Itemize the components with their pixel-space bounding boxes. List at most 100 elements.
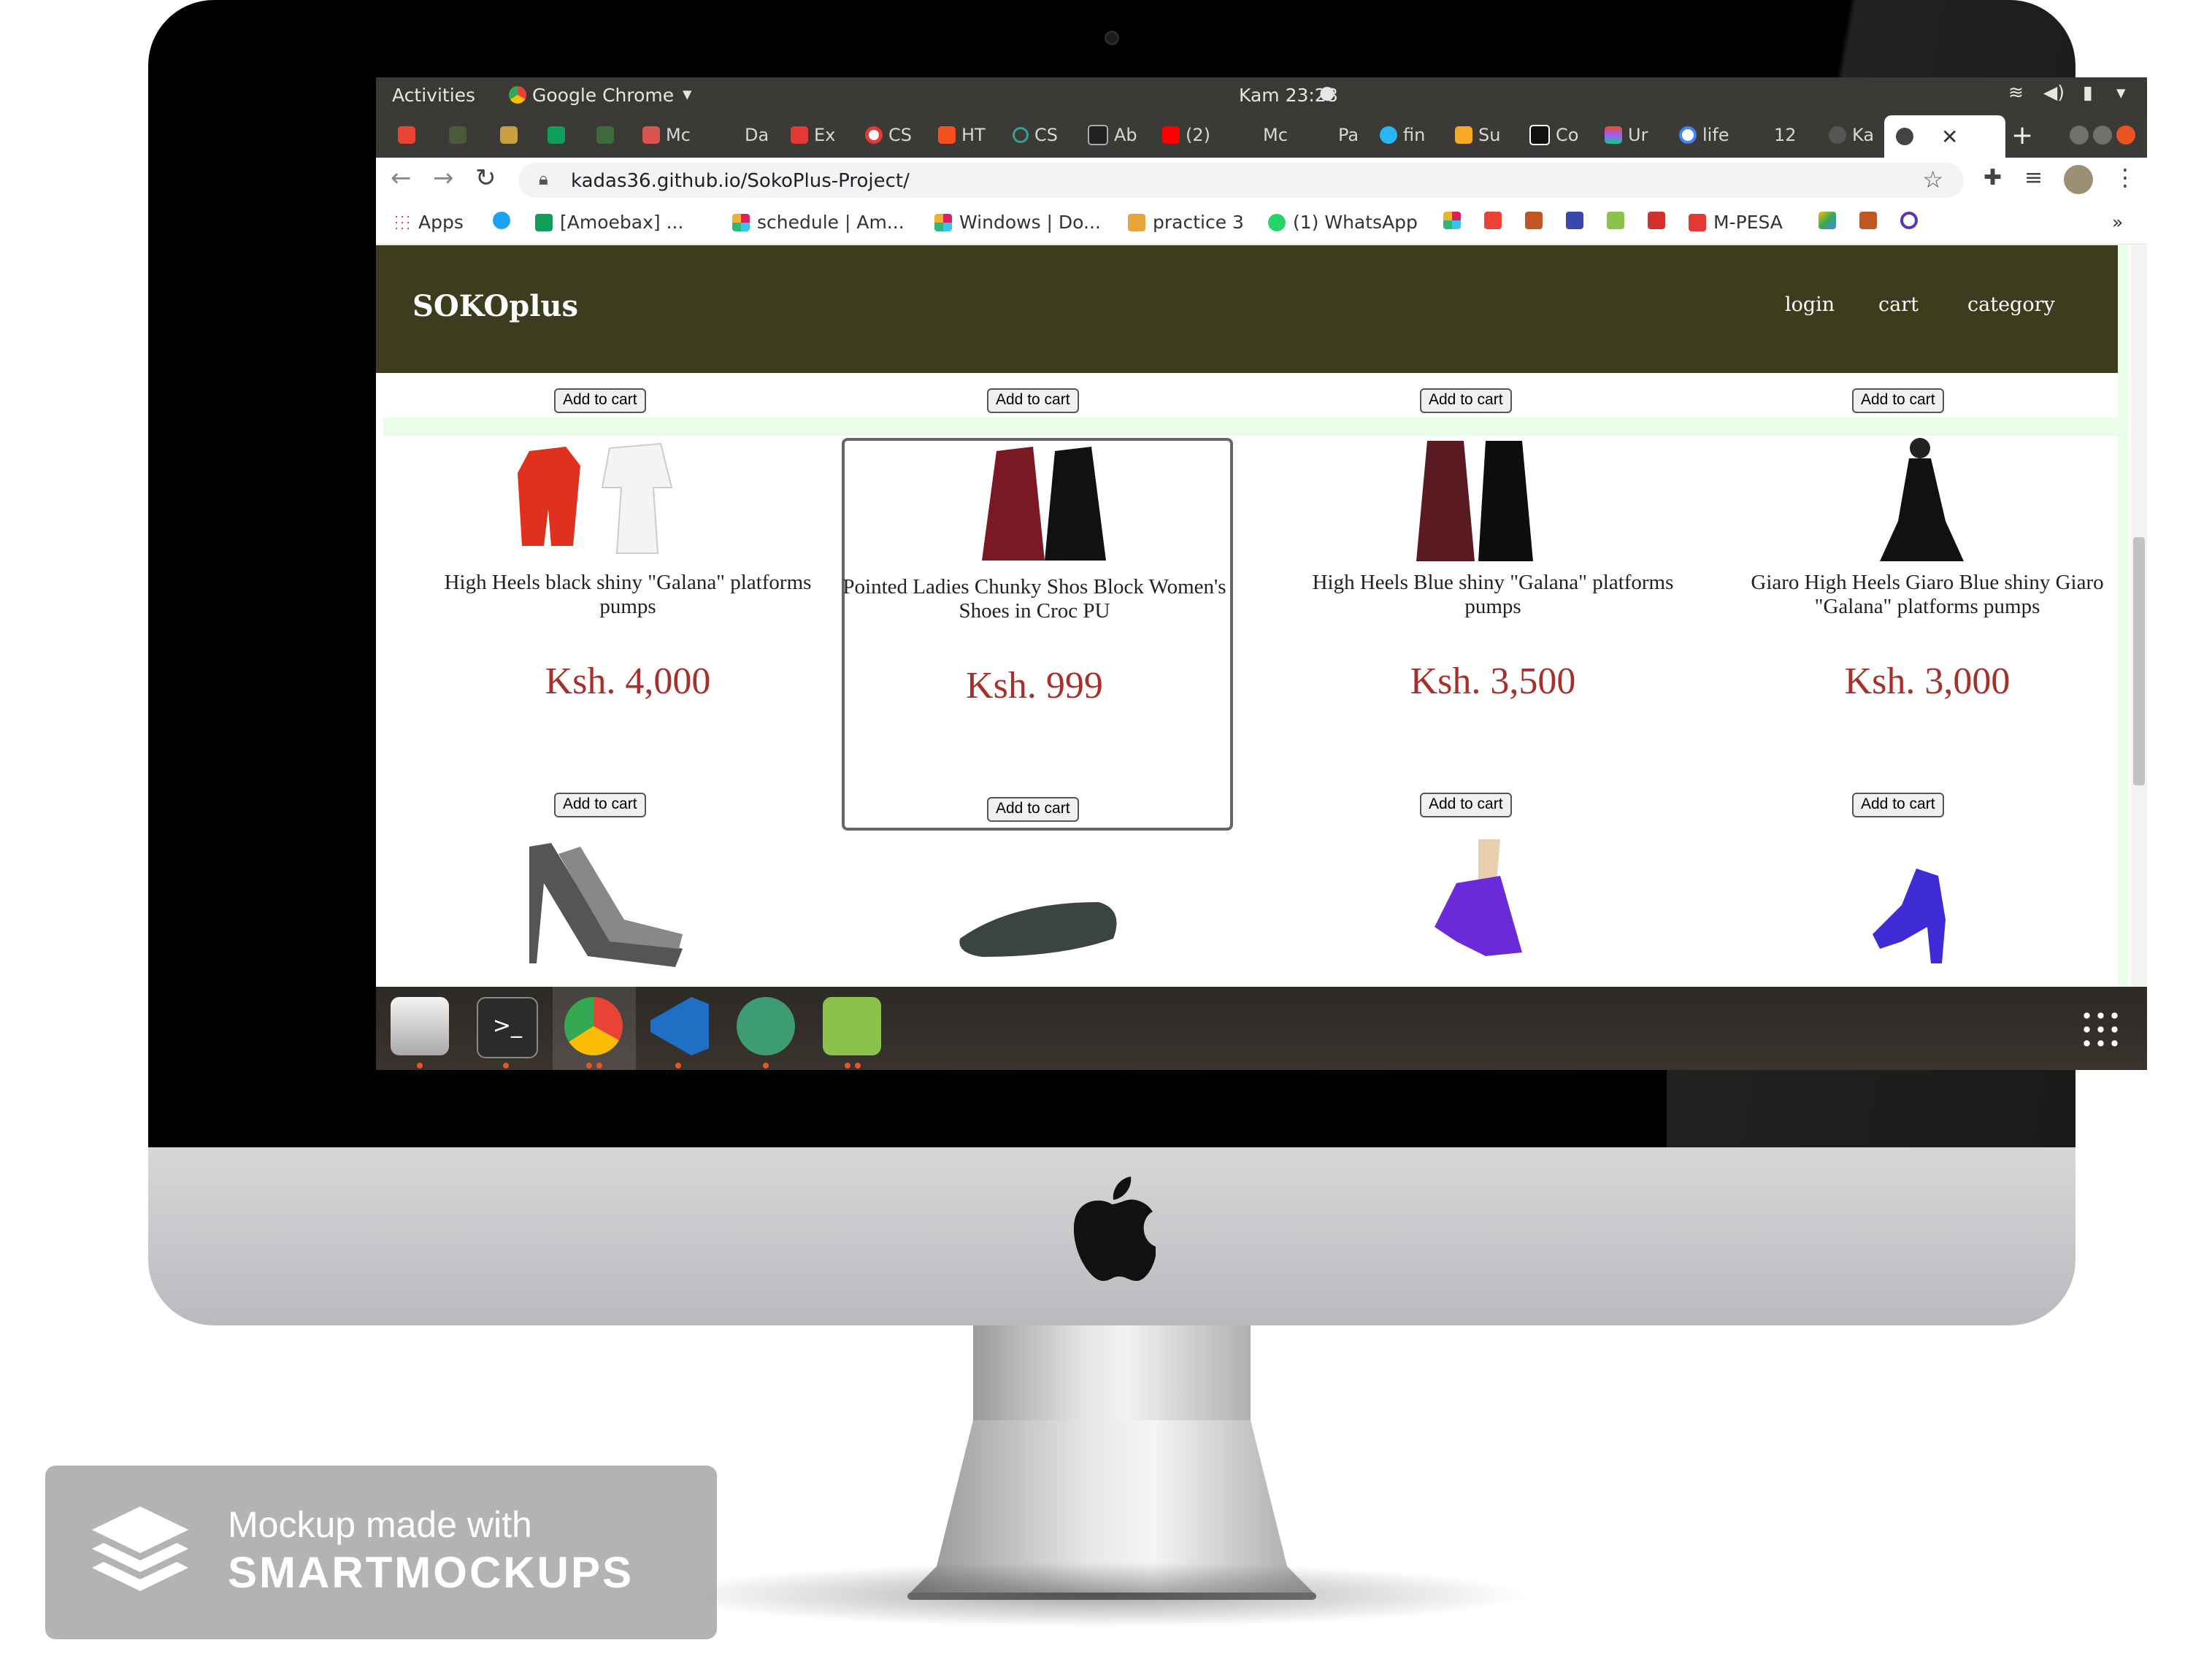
- tab-7[interactable]: CS: [865, 118, 912, 152]
- bookmark-practice[interactable]: practice 3: [1128, 212, 1244, 233]
- youtube-icon: [1162, 126, 1180, 144]
- page-scrollbar[interactable]: [2131, 245, 2147, 987]
- bookmark-8[interactable]: [1566, 212, 1591, 229]
- tab-16[interactable]: 12: [1774, 118, 1797, 152]
- bookmark-10[interactable]: [1648, 212, 1673, 229]
- image-viewer-icon[interactable]: [823, 997, 881, 1055]
- tab-gmail[interactable]: [398, 118, 421, 152]
- media-control-icon[interactable]: ≡: [2024, 165, 2043, 190]
- product-image-black-dress[interactable]: [1865, 434, 1975, 565]
- tab-4[interactable]: Mc: [642, 118, 691, 152]
- close-tab-icon[interactable]: ✕: [1941, 125, 1958, 149]
- volume-icon[interactable]: ◀): [2043, 82, 2065, 103]
- terminal-icon[interactable]: >_: [477, 997, 538, 1058]
- tab-8[interactable]: HT: [938, 118, 986, 152]
- battery-icon[interactable]: ▮: [2083, 82, 2093, 103]
- drive-icon: [1819, 212, 1836, 229]
- whatsapp-icon: [1268, 213, 1286, 231]
- bookmark-11[interactable]: [1859, 212, 1884, 229]
- site-brand[interactable]: SOKOplus: [412, 289, 578, 323]
- tab-label: Co: [1556, 125, 1579, 145]
- tab-9[interactable]: CS: [1013, 118, 1058, 152]
- bookmark-windows[interactable]: Windows | Do...: [934, 212, 1101, 233]
- product-image-abaya[interactable]: [1405, 434, 1551, 565]
- product-image-purple-sandals[interactable]: [1413, 839, 1537, 971]
- bookmark-whatsapp[interactable]: (1) WhatsApp: [1268, 212, 1418, 233]
- bookmark-drive[interactable]: [1819, 212, 1843, 229]
- tab-3[interactable]: [596, 118, 620, 152]
- chrome-icon[interactable]: [564, 997, 623, 1055]
- tab-5[interactable]: Da: [745, 118, 769, 152]
- tab-github[interactable]: Ka: [1829, 118, 1874, 152]
- product-card-hover[interactable]: [842, 438, 1233, 831]
- tab-favicon-icon: [449, 126, 466, 144]
- scrollbar-thumb[interactable]: [2133, 537, 2145, 785]
- chevron-down-icon[interactable]: ▾: [683, 83, 692, 104]
- bookmark-7[interactable]: [1525, 212, 1550, 229]
- product-image-flat-shoe[interactable]: [953, 888, 1135, 968]
- bookmarks-overflow[interactable]: »: [2112, 212, 2123, 233]
- tab-active-sokoplus[interactable]: ✕: [1884, 115, 2005, 158]
- tab-14[interactable]: Su: [1455, 118, 1500, 152]
- tab-10[interactable]: Ab: [1088, 118, 1137, 152]
- bookmark-mpesa[interactable]: M-PESA: [1689, 212, 1783, 233]
- address-bar[interactable]: 🔒︎ kadas36.github.io/SokoPlus-Project/ ☆: [518, 163, 1964, 198]
- show-applications-icon[interactable]: [2080, 1009, 2121, 1050]
- close-window-button[interactable]: [2116, 126, 2135, 145]
- minimize-button[interactable]: [2070, 126, 2089, 145]
- star-icon[interactable]: ☆: [1922, 166, 1943, 193]
- tab-youtube[interactable]: (2): [1162, 118, 1210, 152]
- avatar[interactable]: [2064, 165, 2093, 194]
- tab-13[interactable]: fin: [1380, 118, 1425, 152]
- wifi-icon[interactable]: ≋: [2008, 82, 2024, 103]
- bookmark-9[interactable]: [1607, 212, 1632, 229]
- activities-button[interactable]: Activities: [392, 85, 475, 106]
- new-tab-button[interactable]: +: [2011, 118, 2033, 152]
- bookmark-apps[interactable]: Apps: [393, 212, 464, 233]
- back-icon[interactable]: ←: [391, 163, 412, 193]
- add-to-cart-button[interactable]: Add to cart: [987, 797, 1079, 822]
- files-icon[interactable]: [391, 997, 449, 1055]
- bookmark-schedule[interactable]: schedule | Am...: [732, 212, 905, 233]
- reload-icon[interactable]: ↻: [475, 163, 496, 193]
- tab-google[interactable]: life: [1679, 118, 1729, 152]
- running-indicator: [855, 1063, 861, 1069]
- nav-cart[interactable]: cart: [1878, 293, 1919, 316]
- add-to-cart-button[interactable]: Add to cart: [554, 388, 646, 413]
- product-image-blue-platforms[interactable]: [1858, 861, 1975, 971]
- add-to-cart-button[interactable]: Add to cart: [1420, 793, 1512, 817]
- nav-category[interactable]: category: [1967, 293, 2055, 316]
- tab-1[interactable]: [449, 118, 472, 152]
- atom-icon[interactable]: [737, 997, 795, 1055]
- tab-2[interactable]: [500, 118, 523, 152]
- tab-12[interactable]: Pa: [1338, 118, 1359, 152]
- system-menu-icon[interactable]: ▾: [2116, 82, 2126, 103]
- gnome-top-bar: Activities Google Chrome ▾ Kam 23:28 ● ≋…: [376, 77, 2147, 112]
- bookmark-slack[interactable]: [1443, 212, 1468, 229]
- bookmark-12[interactable]: [1900, 212, 1925, 229]
- nav-login[interactable]: login: [1785, 293, 1835, 316]
- bookmark-amoebax[interactable]: [Amoebax] ...: [535, 212, 683, 233]
- add-to-cart-button[interactable]: Add to cart: [1420, 388, 1512, 413]
- add-to-cart-button[interactable]: Add to cart: [987, 388, 1079, 413]
- tab-6[interactable]: Ex: [791, 118, 835, 152]
- vscode-icon[interactable]: [650, 997, 709, 1055]
- product-image-red-dress[interactable]: [515, 436, 697, 561]
- forward-icon[interactable]: →: [433, 163, 454, 193]
- extensions-icon[interactable]: ✚: [1983, 165, 2002, 190]
- product-image-glitter-heels[interactable]: [515, 839, 697, 971]
- bookmark-gmail[interactable]: [1484, 212, 1509, 229]
- tab-sheets[interactable]: [548, 118, 571, 152]
- add-to-cart-button[interactable]: Add to cart: [1852, 793, 1944, 817]
- gmail-icon: [398, 126, 415, 144]
- bookmark-twitter[interactable]: [493, 212, 518, 229]
- app-menu[interactable]: Google Chrome: [532, 85, 674, 106]
- add-to-cart-button[interactable]: Add to cart: [1852, 388, 1944, 413]
- tab-figma[interactable]: Ur: [1605, 118, 1648, 152]
- add-to-cart-button[interactable]: Add to cart: [554, 793, 646, 817]
- tab-11[interactable]: Mc: [1263, 118, 1288, 152]
- maximize-button[interactable]: [2093, 126, 2112, 145]
- bookmark-label: (1) WhatsApp: [1293, 212, 1418, 233]
- kebab-menu-icon[interactable]: ⋮: [2113, 163, 2137, 191]
- tab-15[interactable]: Co: [1529, 118, 1578, 152]
